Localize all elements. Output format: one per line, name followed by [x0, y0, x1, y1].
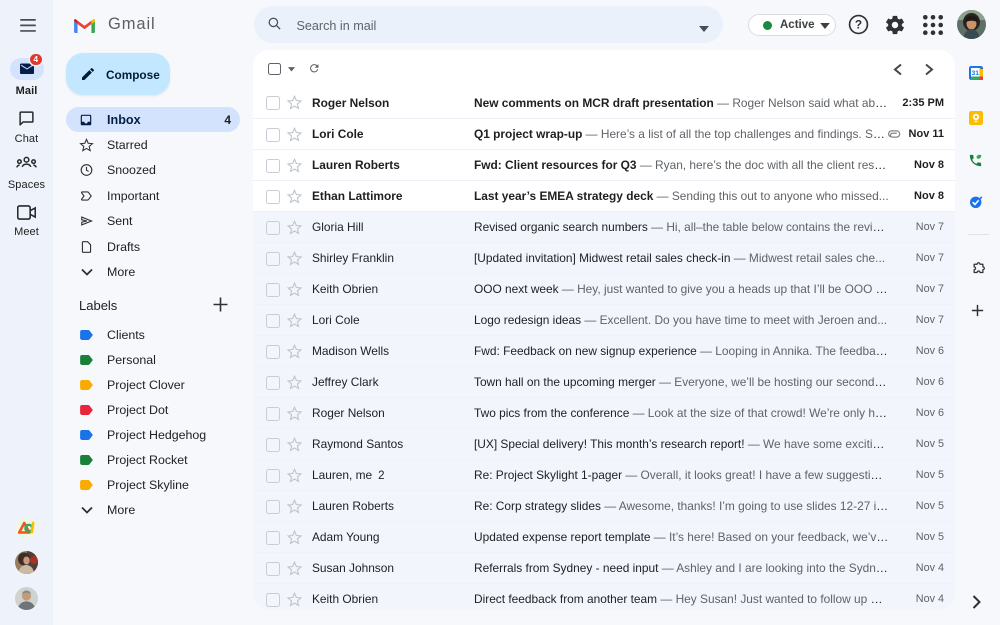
svg-text:?: ?	[855, 18, 862, 32]
svg-text:31: 31	[971, 70, 979, 77]
